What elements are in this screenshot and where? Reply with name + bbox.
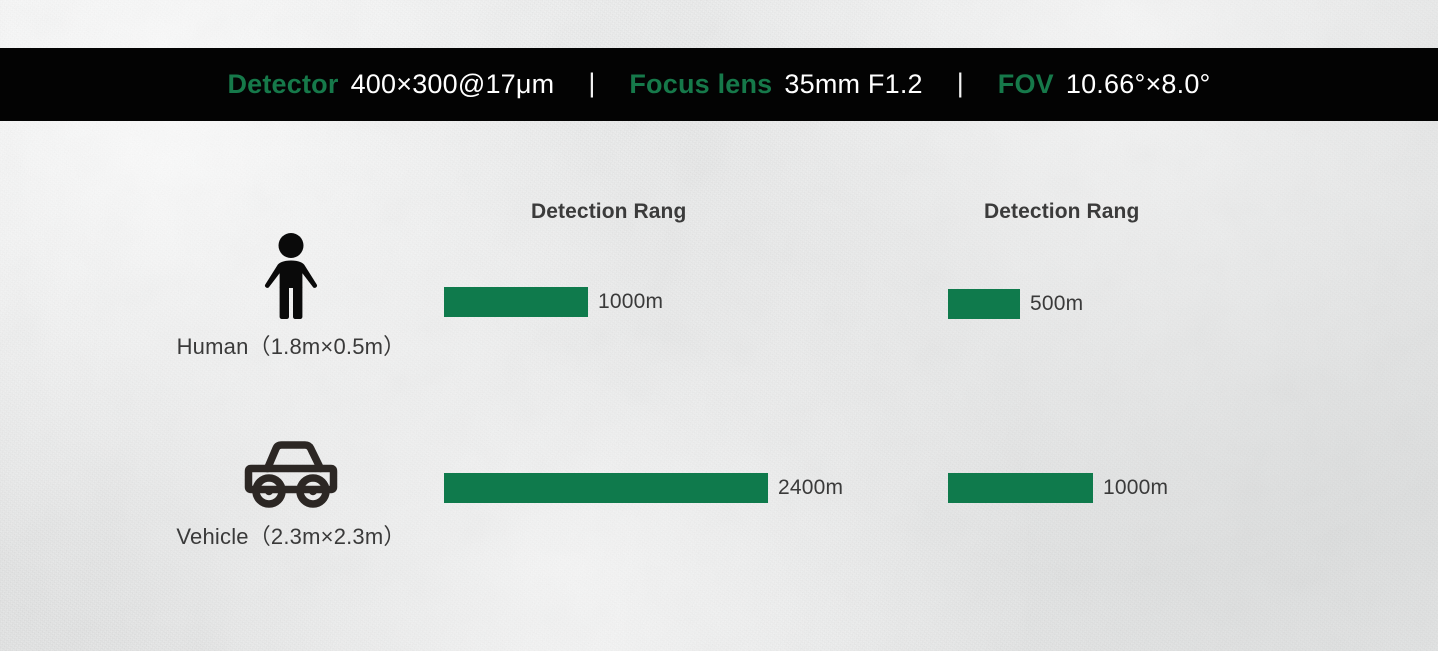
- spec-label-fov: FOV: [997, 69, 1054, 99]
- spec-value-detector: 400×300@17μm: [350, 69, 555, 99]
- target-label-human: Human（1.8m×0.5m）: [176, 334, 406, 359]
- target-row-vehicle: Vehicle（2.3m×2.3m） 2400m 1000m: [0, 421, 1438, 581]
- bar-group-vehicle-range-1: 2400m: [444, 473, 843, 503]
- spec-header-bar: Detector 400×300@17μm | Focus lens 35mm …: [0, 48, 1438, 121]
- spec-label-focus-lens: Focus lens: [629, 69, 773, 99]
- target-block-human: Human（1.8m×0.5m）: [160, 231, 422, 361]
- bar-vehicle-range-2: [948, 473, 1093, 503]
- target-block-vehicle: Vehicle（2.3m×2.3m）: [160, 421, 422, 551]
- bar-value-human-range-2: 500m: [1030, 292, 1084, 315]
- spec-separator-1: |: [588, 68, 596, 98]
- spec-header-row: Detector 400×300@17μm | Focus lens 35mm …: [227, 68, 1211, 100]
- detection-range-chart: Detection Rang Detection Rang Human（1.8m…: [0, 121, 1438, 651]
- bar-vehicle-range-1: [444, 473, 768, 503]
- target-label-vehicle: Vehicle（2.3m×2.3m）: [176, 524, 406, 549]
- column-header-detection-range-2: Detection Rang: [984, 200, 1140, 223]
- bar-human-range-1: [444, 287, 588, 317]
- bar-group-human-range-1: 1000m: [444, 287, 663, 317]
- spec-separator-2: |: [956, 68, 964, 98]
- target-row-human: Human（1.8m×0.5m） 1000m 500m: [0, 231, 1438, 391]
- human-pictogram-icon: [160, 231, 422, 319]
- bar-group-vehicle-range-2: 1000m: [948, 473, 1168, 503]
- spec-value-fov: 10.66°×8.0°: [1065, 69, 1211, 99]
- column-header-detection-range-1: Detection Rang: [531, 200, 687, 223]
- bar-value-vehicle-range-2: 1000m: [1103, 476, 1169, 499]
- bar-human-range-2: [948, 289, 1020, 319]
- car-outline-icon: [160, 421, 422, 509]
- spec-value-focus-lens: 35mm F1.2: [784, 69, 923, 99]
- bar-group-human-range-2: 500m: [948, 289, 1083, 319]
- bar-value-human-range-1: 1000m: [598, 290, 664, 313]
- bar-value-vehicle-range-1: 2400m: [778, 476, 844, 499]
- spec-label-detector: Detector: [227, 69, 339, 99]
